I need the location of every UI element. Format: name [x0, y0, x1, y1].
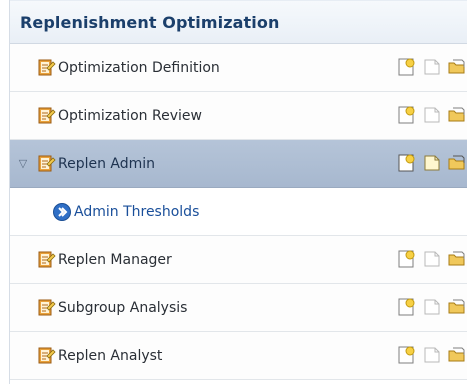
- task-row-optimization-definition[interactable]: Optimization Definition: [10, 44, 467, 92]
- replenishment-optimization-panel: Replenishment Optimization Optimization …: [9, 0, 467, 384]
- task-list-icon: [36, 298, 56, 318]
- blank-document-icon[interactable]: [422, 57, 442, 77]
- task-row-replen-admin[interactable]: ▽ Replen Admin: [10, 140, 467, 188]
- blank-document-icon[interactable]: [422, 153, 442, 173]
- circle-arrow-right-icon: [52, 202, 72, 222]
- task-label: Replen Admin: [58, 155, 156, 172]
- task-list-icon: [36, 58, 56, 78]
- open-folder-icon[interactable]: [447, 57, 467, 77]
- task-row-optimization-review[interactable]: Optimization Review: [10, 92, 467, 140]
- task-link-label[interactable]: Admin Thresholds: [74, 204, 199, 220]
- task-label: Replen Manager: [58, 251, 172, 268]
- open-folder-icon[interactable]: [447, 153, 467, 173]
- new-document-icon[interactable]: [397, 297, 417, 317]
- task-row-replen-analyst[interactable]: Replen Analyst: [10, 332, 467, 380]
- panel-title: Replenishment Optimization: [20, 12, 280, 32]
- blank-document-icon[interactable]: [422, 105, 442, 125]
- task-label: Optimization Definition: [58, 59, 220, 76]
- blank-document-icon[interactable]: [422, 345, 442, 365]
- task-list-icon: [36, 250, 56, 270]
- open-folder-icon[interactable]: [447, 297, 467, 317]
- new-document-icon[interactable]: [397, 249, 417, 269]
- task-row-admin-thresholds[interactable]: Admin Thresholds: [10, 188, 467, 236]
- task-label: Replen Analyst: [58, 347, 163, 364]
- new-document-icon[interactable]: [397, 57, 417, 77]
- open-folder-icon[interactable]: [447, 249, 467, 269]
- new-document-icon[interactable]: [397, 153, 417, 173]
- open-folder-icon[interactable]: [447, 345, 467, 365]
- panel-header: Replenishment Optimization: [10, 0, 467, 44]
- new-document-icon[interactable]: [397, 105, 417, 125]
- new-document-icon[interactable]: [397, 345, 417, 365]
- task-list-icon: [36, 106, 56, 126]
- row-actions: [397, 345, 467, 365]
- row-actions: [397, 297, 467, 317]
- task-row-subgroup-analysis[interactable]: Subgroup Analysis: [10, 284, 467, 332]
- blank-document-icon[interactable]: [422, 249, 442, 269]
- row-actions: [397, 57, 467, 77]
- collapse-triangle-icon[interactable]: ▽: [16, 157, 30, 170]
- blank-document-icon[interactable]: [422, 297, 442, 317]
- open-folder-icon[interactable]: [447, 105, 467, 125]
- task-row-replen-manager[interactable]: Replen Manager: [10, 236, 467, 284]
- row-actions: [397, 105, 467, 125]
- task-label: Optimization Review: [58, 107, 202, 124]
- row-actions: [397, 153, 467, 173]
- row-actions: [397, 249, 467, 269]
- task-list-icon: [36, 346, 56, 366]
- task-label: Subgroup Analysis: [58, 299, 188, 316]
- task-list-icon: [36, 154, 56, 174]
